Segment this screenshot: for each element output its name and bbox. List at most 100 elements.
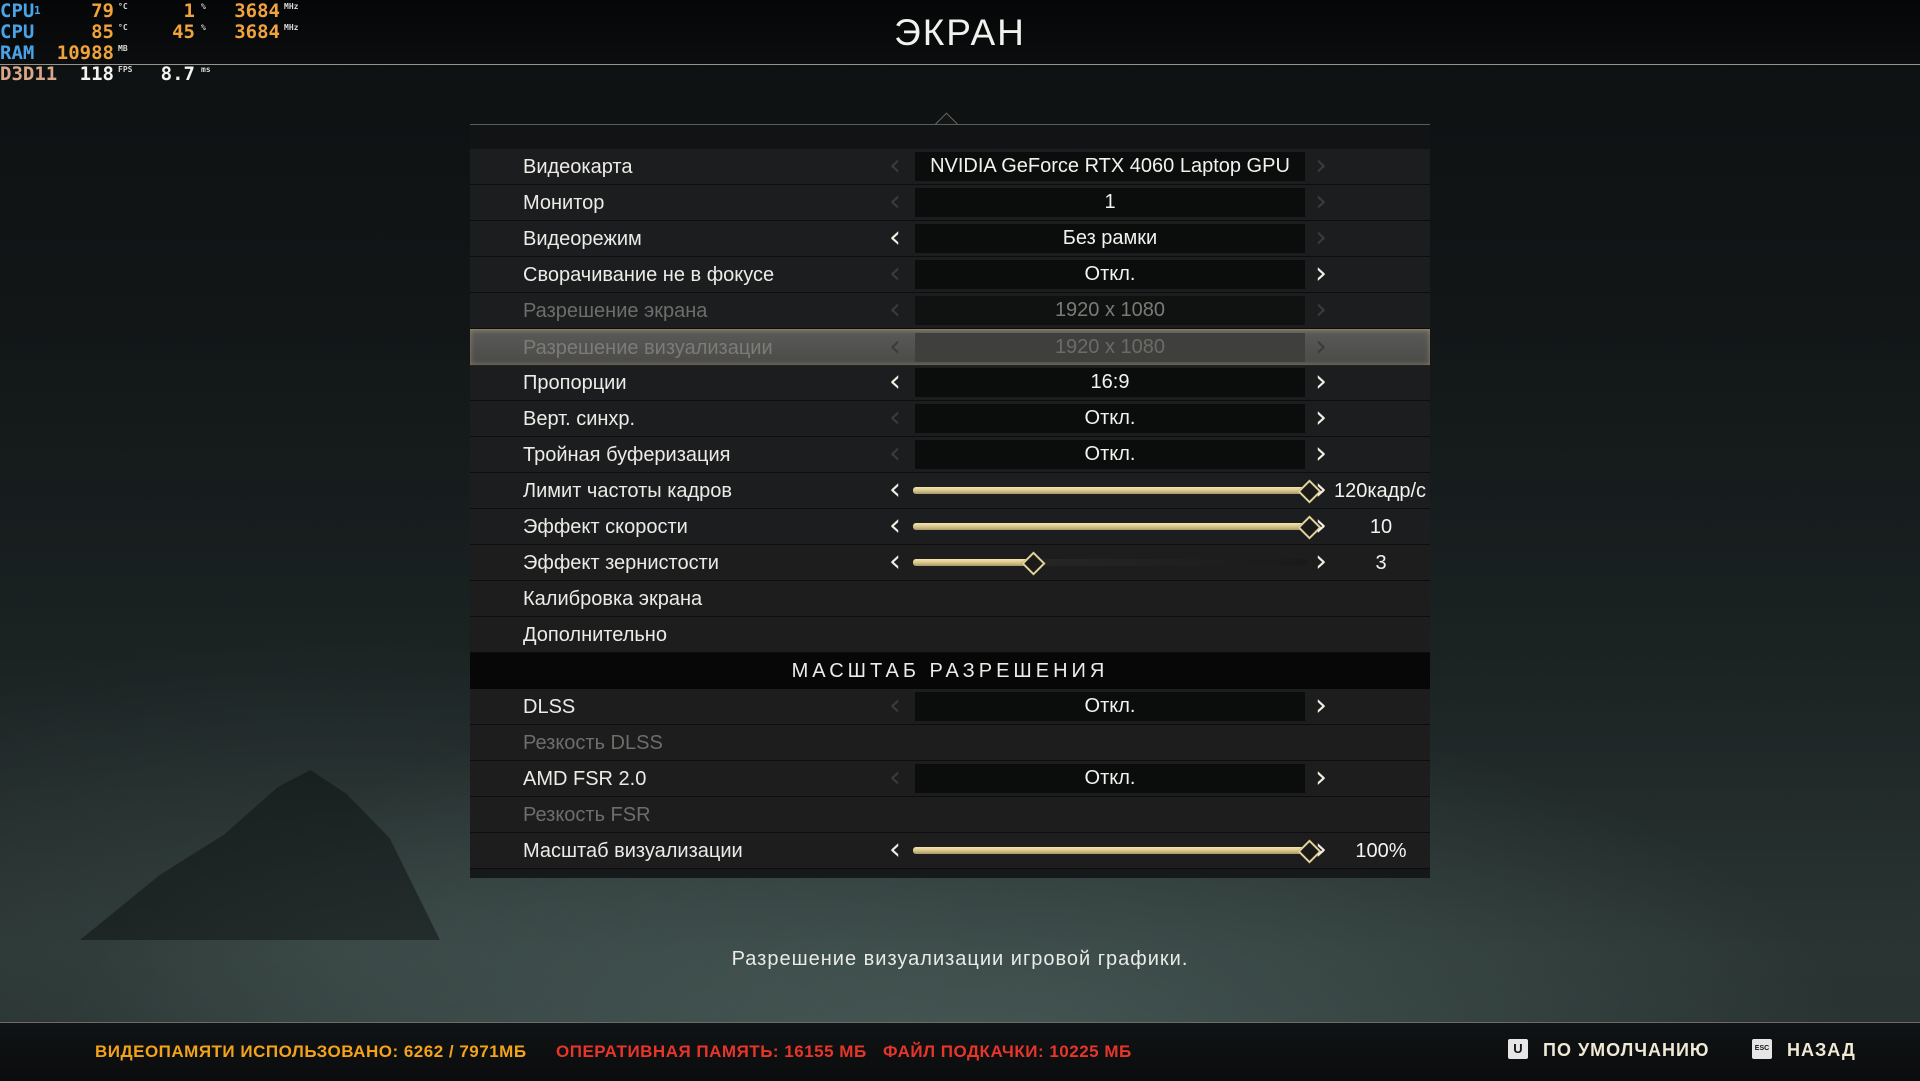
setting-label: Пропорции: [523, 372, 627, 394]
setting-row-screen-resolution: Разрешение экрана ‹ 1920 x 1080 ›: [470, 293, 1430, 329]
setting-row-minimize-unfocused[interactable]: Сворачивание не в фокусе ‹ Откл. ›: [470, 257, 1430, 293]
setting-label: Резкость FSR: [523, 804, 651, 826]
setting-row-fsr[interactable]: AMD FSR 2.0 ‹ Откл. ›: [470, 761, 1430, 797]
chevron-right-icon[interactable]: ›: [1309, 367, 1333, 397]
setting-label: Верт. синхр.: [523, 408, 636, 430]
osd-cpu1-clock-unit: MHz: [284, 2, 299, 11]
chevron-right-icon[interactable]: ›: [1309, 439, 1333, 469]
chevron-right-icon: ›: [1315, 220, 1327, 255]
osd-cpu-clock-unit: MHz: [284, 23, 299, 32]
osd-cpu-temp-unit: °C: [118, 23, 128, 32]
setting-row-film-grain[interactable]: Эффект зернистости ‹ › 3: [470, 545, 1430, 581]
reset-defaults-button[interactable]: ПО УМОЛЧАНИЮ: [1543, 1040, 1709, 1061]
chevron-left-icon: ‹: [889, 688, 901, 723]
chevron-right-icon[interactable]: ›: [1309, 691, 1333, 721]
frame-limit-slider[interactable]: [913, 479, 1322, 504]
setting-label: DLSS: [523, 696, 576, 718]
setting-value: Откл.: [915, 692, 1305, 721]
chevron-left-icon[interactable]: ‹: [883, 367, 907, 397]
setting-row-dlss[interactable]: DLSS ‹ Откл. ›: [470, 689, 1430, 725]
osd-cpu1-temp: 79: [91, 0, 114, 22]
osd-fps-unit: FPS: [118, 65, 133, 74]
mountain-silhouette: [80, 770, 440, 940]
setting-row-advanced[interactable]: Дополнительно: [470, 617, 1430, 653]
setting-row-monitor[interactable]: Монитор ‹ 1 ›: [470, 185, 1430, 221]
vram-usage: ВИДЕОПАМЯТИ ИСПОЛЬЗОВАНО: 6262 / 7971МБ: [95, 1042, 527, 1061]
setting-value: 1920 x 1080: [915, 333, 1305, 362]
setting-row-video-mode[interactable]: Видеорежим ‹ Без рамки ›: [470, 221, 1430, 257]
osd-cpu1-label: CPU: [0, 0, 35, 22]
setting-label: Видеокарта: [523, 156, 633, 178]
setting-row-render-scale[interactable]: Масштаб визуализации ‹ › 100%: [470, 833, 1430, 869]
setting-description: Разрешение визуализации игровой графики.: [731, 948, 1189, 970]
setting-row-vsync[interactable]: Верт. синхр. ‹ Откл. ›: [470, 401, 1430, 437]
film-grain-slider[interactable]: [913, 551, 1308, 576]
chevron-left-icon: ‹: [889, 436, 901, 471]
chevron-right-icon: ›: [1315, 148, 1327, 183]
setting-row-gpu[interactable]: Видеокарта ‹ NVIDIA GeForce RTX 4060 Lap…: [470, 149, 1430, 185]
chevron-left-icon[interactable]: ‹: [883, 511, 907, 541]
chevron-left-icon: ‹: [889, 148, 901, 183]
setting-label: AMD FSR 2.0: [523, 768, 647, 790]
osd-d3d-label: D3D11: [0, 63, 58, 85]
setting-label: Эффект скорости: [523, 516, 688, 538]
setting-value: 120кадр/с: [1333, 480, 1427, 502]
setting-label: Масштаб визуализации: [523, 840, 743, 862]
chevron-left-icon[interactable]: ‹: [883, 835, 907, 865]
chevron-left-icon: ‹: [889, 184, 901, 219]
setting-row-screen-calibration[interactable]: Калибровка экрана: [470, 581, 1430, 617]
osd-frametime-unit: ms: [201, 65, 211, 74]
setting-value: 100%: [1355, 840, 1407, 862]
osd-ram-value: 10988: [56, 42, 114, 64]
osd-cpu1-sub: 1: [34, 4, 41, 17]
setting-label: Разрешение экрана: [523, 300, 708, 322]
chevron-left-icon: ‹: [889, 400, 901, 435]
render-scale-slider[interactable]: [913, 839, 1322, 864]
setting-value: 1920 x 1080: [915, 296, 1305, 325]
chevron-left-icon: ‹: [889, 329, 901, 364]
swap-usage: ФАЙЛ ПОДКАЧКИ: 10225 МБ: [883, 1042, 1132, 1061]
chevron-right-icon[interactable]: ›: [1309, 547, 1333, 577]
setting-label: Резкость DLSS: [523, 732, 663, 754]
chevron-right-icon[interactable]: ›: [1309, 511, 1333, 541]
page-title: ЭКРАН: [894, 12, 1026, 53]
slider-fill: [913, 559, 1032, 566]
setting-row-dlss-sharpness: Резкость DLSS: [470, 725, 1430, 761]
setting-value: 1: [915, 188, 1305, 217]
setting-row-aspect-ratio[interactable]: Пропорции ‹ 16:9 ›: [470, 365, 1430, 401]
osd-cpu-temp: 85: [91, 21, 114, 43]
chevron-right-icon: ›: [1315, 329, 1327, 364]
chevron-left-icon: ‹: [889, 256, 901, 291]
slider-fill: [913, 523, 1308, 530]
osd-fps-value: 118: [79, 63, 114, 85]
setting-row-render-resolution[interactable]: Разрешение визуализации ‹ 1920 x 1080 ›: [470, 329, 1430, 366]
slider-knob[interactable]: [1020, 551, 1046, 576]
osd-ram-label: RAM: [0, 42, 35, 64]
osd-cpu1-load-unit: %: [201, 2, 206, 11]
setting-row-motion-blur[interactable]: Эффект скорости ‹ › 10: [470, 509, 1430, 545]
chevron-right-icon[interactable]: ›: [1309, 259, 1333, 289]
chevron-left-icon[interactable]: ‹: [883, 223, 907, 253]
esc-key-icon: ESC: [1752, 1039, 1772, 1059]
setting-row-frame-limit[interactable]: Лимит частоты кадров ‹ › 120кадр/с: [470, 473, 1430, 509]
setting-value: 10: [1369, 516, 1393, 538]
chevron-left-icon[interactable]: ‹: [883, 547, 907, 577]
osd-cpu-label: CPU: [0, 21, 35, 43]
chevron-left-icon[interactable]: ‹: [883, 475, 907, 505]
osd-cpu1-load: 1: [183, 0, 195, 22]
chevron-right-icon[interactable]: ›: [1309, 835, 1333, 865]
motion-blur-slider[interactable]: [913, 515, 1322, 540]
setting-label: Лимит частоты кадров: [523, 480, 733, 502]
chevron-right-icon[interactable]: ›: [1309, 403, 1333, 433]
chevron-right-icon[interactable]: ›: [1309, 763, 1333, 793]
chevron-right-icon: ›: [1315, 292, 1327, 327]
back-button[interactable]: НАЗАД: [1787, 1040, 1856, 1061]
setting-row-triple-buffering[interactable]: Тройная буферизация ‹ Откл. ›: [470, 437, 1430, 473]
settings-panel: Видеокарта ‹ NVIDIA GeForce RTX 4060 Lap…: [470, 124, 1430, 878]
setting-label: Монитор: [523, 192, 605, 214]
setting-label: Тройная буферизация: [523, 444, 731, 466]
setting-value: NVIDIA GeForce RTX 4060 Laptop GPU: [915, 152, 1305, 181]
setting-label: Эффект зернистости: [523, 552, 719, 574]
setting-value: Откл.: [915, 404, 1305, 433]
top-bar-divider: [0, 64, 1920, 65]
